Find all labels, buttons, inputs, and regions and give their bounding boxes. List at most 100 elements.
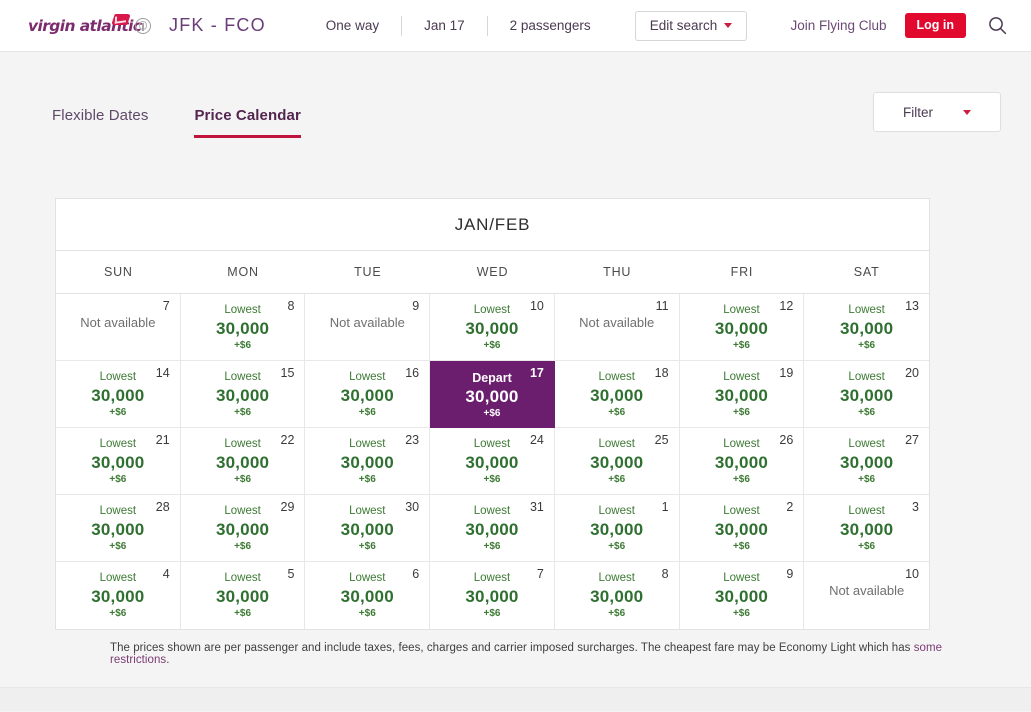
fare-tax: +$6 (690, 540, 794, 553)
fare-amount: 30,000 (690, 386, 794, 406)
fare-tax: +$6 (440, 540, 544, 553)
fare-tax: +$6 (315, 607, 419, 620)
fare-block: Lowest30,000+$6 (565, 569, 669, 620)
search-icon (988, 16, 1007, 35)
fare-label: Lowest (565, 504, 669, 520)
filter-button[interactable]: Filter (873, 92, 1001, 132)
trip-type: One way (304, 18, 401, 33)
fare-amount: 30,000 (814, 386, 919, 406)
calendar-cell[interactable]: 5Lowest30,000+$6 (181, 562, 306, 629)
fare-block: Lowest30,000+$6 (440, 569, 544, 620)
calendar-day-number: 8 (287, 300, 294, 313)
calendar-cell[interactable]: 24Lowest30,000+$6 (430, 428, 555, 495)
fare-label: Lowest (66, 370, 170, 386)
calendar-cell[interactable]: 10Lowest30,000+$6 (430, 294, 555, 361)
tab-price-calendar[interactable]: Price Calendar (194, 107, 300, 138)
fare-block: Lowest30,000+$6 (440, 502, 544, 553)
calendar-cell[interactable]: 18Lowest30,000+$6 (555, 361, 680, 428)
calendar-day-number: 12 (779, 300, 793, 313)
fare-amount: 30,000 (565, 386, 669, 406)
fare-label: Depart (440, 370, 544, 387)
edit-search-button[interactable]: Edit search (635, 11, 748, 41)
login-button[interactable]: Log in (905, 13, 967, 39)
fare-tax: +$6 (565, 473, 669, 486)
calendar-cell[interactable]: 25Lowest30,000+$6 (555, 428, 680, 495)
calendar-cell[interactable]: 27Lowest30,000+$6 (804, 428, 929, 495)
calendar-cell[interactable]: 3Lowest30,000+$6 (804, 495, 929, 562)
calendar-cell[interactable]: 1Lowest30,000+$6 (555, 495, 680, 562)
calendar-cell[interactable]: 8Lowest30,000+$6 (555, 562, 680, 629)
calendar-day-number: 25 (655, 434, 669, 447)
fare-label: Lowest (814, 437, 919, 453)
calendar-cell[interactable]: 12Lowest30,000+$6 (680, 294, 805, 361)
fare-label: Lowest (814, 303, 919, 319)
fare-amount: 30,000 (66, 453, 170, 473)
calendar-day-number: 10 (530, 300, 544, 313)
calendar-cell[interactable]: 7Lowest30,000+$6 (430, 562, 555, 629)
calendar-cell[interactable]: 2Lowest30,000+$6 (680, 495, 805, 562)
calendar-cell[interactable]: 9Lowest30,000+$6 (680, 562, 805, 629)
flag-icon (111, 14, 131, 25)
fare-label: Lowest (191, 370, 295, 386)
calendar-cell[interactable]: 16Lowest30,000+$6 (305, 361, 430, 428)
virgin-atlantic-logo[interactable]: virgin atlantic (28, 15, 151, 37)
calendar-day-number: 27 (905, 434, 919, 447)
fare-block: Lowest30,000+$6 (315, 569, 419, 620)
calendar-day-number: 8 (662, 568, 669, 581)
fare-block: Lowest30,000+$6 (191, 569, 295, 620)
fare-block: Lowest30,000+$6 (191, 502, 295, 553)
calendar-cell[interactable]: 21Lowest30,000+$6 (56, 428, 181, 495)
fare-tax: +$6 (66, 473, 170, 486)
calendar-cell[interactable]: 4Lowest30,000+$6 (56, 562, 181, 629)
fare-block: Lowest30,000+$6 (440, 435, 544, 486)
unavailable-text: Not available (315, 301, 419, 330)
chevron-down-icon (724, 23, 732, 28)
calendar-cell[interactable]: 8Lowest30,000+$6 (181, 294, 306, 361)
calendar-cell[interactable]: 14Lowest30,000+$6 (56, 361, 181, 428)
fare-block: Lowest30,000+$6 (565, 368, 669, 419)
fare-amount: 30,000 (315, 386, 419, 406)
day-header-tue: TUE (305, 251, 430, 293)
fare-label: Lowest (440, 571, 544, 587)
calendar-cell[interactable]: 28Lowest30,000+$6 (56, 495, 181, 562)
fare-block: Lowest30,000+$6 (814, 301, 919, 352)
fare-amount: 30,000 (191, 453, 295, 473)
calendar-day-number: 11 (656, 300, 669, 313)
edit-search-label: Edit search (650, 18, 718, 33)
price-calendar-section: JAN/FEB SUN MON TUE WED THU FRI SAT 7Not… (55, 198, 979, 666)
fare-tax: +$6 (191, 473, 295, 486)
calendar-cell[interactable]: 13Lowest30,000+$6 (804, 294, 929, 361)
fare-amount: 30,000 (565, 520, 669, 540)
fare-amount: 30,000 (690, 319, 794, 339)
fare-amount: 30,000 (66, 386, 170, 406)
join-flying-club-link[interactable]: Join Flying Club (790, 18, 886, 33)
fare-label: Lowest (315, 504, 419, 520)
calendar-cell[interactable]: 23Lowest30,000+$6 (305, 428, 430, 495)
fare-block: Lowest30,000+$6 (814, 368, 919, 419)
tab-flexible-dates[interactable]: Flexible Dates (52, 107, 148, 138)
fare-tax: +$6 (814, 406, 919, 419)
calendar-day-number: 10 (905, 568, 919, 581)
calendar-cell[interactable]: 29Lowest30,000+$6 (181, 495, 306, 562)
fare-amount: 30,000 (191, 386, 295, 406)
calendar-cell[interactable]: 19Lowest30,000+$6 (680, 361, 805, 428)
fare-block: Lowest30,000+$6 (191, 435, 295, 486)
calendar-cell[interactable]: 15Lowest30,000+$6 (181, 361, 306, 428)
fare-tax: +$6 (814, 473, 919, 486)
calendar-day-number: 19 (779, 367, 793, 380)
calendar-cell[interactable]: 31Lowest30,000+$6 (430, 495, 555, 562)
search-button[interactable] (986, 14, 1009, 37)
calendar-cell[interactable]: 6Lowest30,000+$6 (305, 562, 430, 629)
fare-block: Lowest30,000+$6 (66, 569, 170, 620)
calendar-month-title: JAN/FEB (56, 199, 929, 251)
calendar-cell[interactable]: 20Lowest30,000+$6 (804, 361, 929, 428)
fare-block: Depart30,000+$6 (440, 368, 544, 420)
calendar-cell[interactable]: 26Lowest30,000+$6 (680, 428, 805, 495)
chevron-down-icon (963, 110, 971, 115)
calendar-day-number: 7 (163, 300, 170, 313)
calendar-cell[interactable]: 22Lowest30,000+$6 (181, 428, 306, 495)
calendar-cell[interactable]: 30Lowest30,000+$6 (305, 495, 430, 562)
fare-block: Lowest30,000+$6 (814, 502, 919, 553)
fare-label: Lowest (690, 370, 794, 386)
calendar-cell-selected[interactable]: 17Depart30,000+$6 (430, 361, 555, 428)
